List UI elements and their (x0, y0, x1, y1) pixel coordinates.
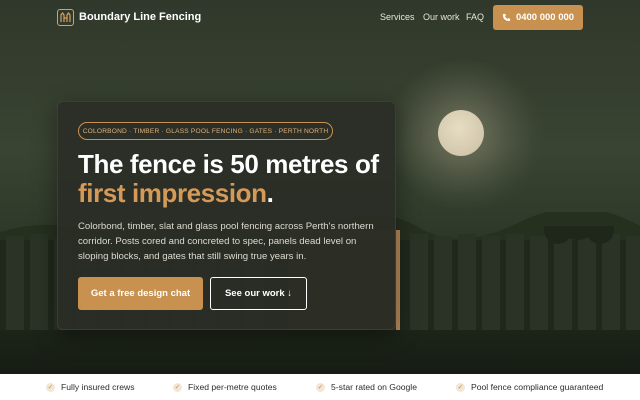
check-icon: ✓ (46, 382, 55, 392)
trust-item: ✓ Pool fence compliance guaranteed (456, 382, 603, 392)
free-design-chat-button[interactable]: Get a free design chat (78, 277, 203, 310)
phone-icon (502, 13, 511, 22)
hero-description: Colorbond, timber, slat and glass pool f… (78, 221, 374, 263)
trust-item: ✓ Fixed per-metre quotes (173, 382, 277, 392)
brand-name[interactable]: Boundary Line Fencing (79, 11, 201, 23)
hero-card: COLORBOND · TIMBER · GLASS POOL FENCING … (57, 101, 396, 330)
fence-logo-icon[interactable] (57, 9, 74, 26)
trust-item-label: Fully insured crews (61, 382, 135, 392)
top-nav: Boundary Line Fencing Services Our work … (0, 0, 640, 36)
services-tagline: COLORBOND · TIMBER · GLASS POOL FENCING … (78, 122, 333, 140)
headline-part1: The fence is 50 metres of (78, 149, 379, 179)
phone-number: 0400 000 000 (515, 12, 575, 23)
see-our-work-button[interactable]: See our work ↓ (210, 277, 307, 310)
trust-item-label: Fixed per-metre quotes (188, 382, 277, 392)
headline-accent: first impression (78, 178, 267, 208)
call-button[interactable]: 0400 000 000 (493, 5, 583, 30)
trust-item: ✓ Fully insured crews (46, 382, 135, 392)
page-title: The fence is 50 metres of first impressio… (78, 150, 394, 208)
nav-link-services[interactable]: Services (380, 12, 415, 22)
nav-link-faq[interactable]: FAQ (466, 12, 484, 22)
check-icon: ✓ (316, 382, 325, 392)
trust-item-label: 5-star rated on Google (331, 382, 417, 392)
check-icon: ✓ (173, 382, 182, 392)
ground (0, 330, 640, 374)
trust-item-label: Pool fence compliance guaranteed (471, 382, 604, 392)
nav-link-our-work[interactable]: Our work (423, 12, 460, 22)
moon (438, 110, 484, 156)
check-icon: ✓ (456, 382, 465, 392)
trust-bar: ✓ Fully insured crews ✓ Fixed per-metre … (0, 374, 640, 400)
headline-end: . (266, 178, 274, 208)
trust-item: ✓ 5-star rated on Google (316, 382, 417, 392)
